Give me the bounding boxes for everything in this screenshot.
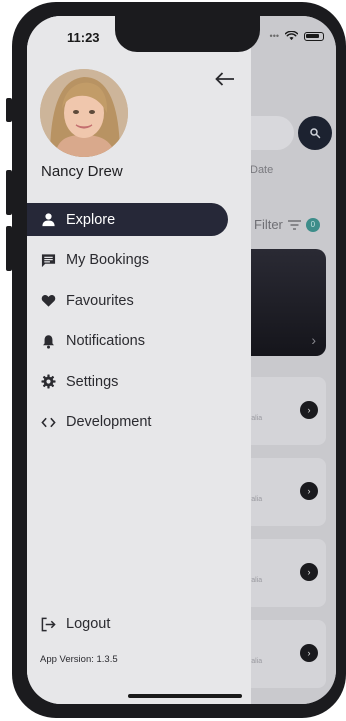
side-button-silent xyxy=(6,98,12,122)
battery-icon xyxy=(304,31,324,41)
bell-icon xyxy=(41,334,56,349)
gear-icon xyxy=(41,374,56,389)
logout-icon xyxy=(41,617,56,632)
user-name: Nancy Drew xyxy=(41,163,123,180)
filter-button[interactable]: Filter 0 xyxy=(254,217,320,232)
search-button[interactable] xyxy=(298,116,332,150)
menu-item-label: Favourites xyxy=(66,292,134,309)
chevron-right-icon[interactable]: › xyxy=(300,563,318,581)
chevron-right-icon[interactable]: › xyxy=(300,482,318,500)
menu-item-label: My Bookings xyxy=(66,252,150,268)
arrow-left-icon xyxy=(215,72,234,86)
search-icon xyxy=(310,128,321,139)
filter-label: Filter xyxy=(254,217,283,232)
profile-photo xyxy=(40,69,128,157)
date-label: Date xyxy=(250,164,274,176)
filter-icon xyxy=(287,219,301,230)
home-indicator[interactable] xyxy=(128,694,242,698)
notch xyxy=(115,16,260,52)
side-button-volume-down xyxy=(6,226,12,271)
menu-item-my-bookings[interactable]: My Bookings xyxy=(27,244,251,277)
wifi-icon xyxy=(285,31,298,41)
filter-count-badge: 0 xyxy=(305,217,320,232)
logout-button[interactable]: Logout xyxy=(41,616,110,632)
menu-item-notifications[interactable]: Notifications xyxy=(27,325,251,358)
back-button[interactable] xyxy=(213,68,237,90)
chevron-right-icon[interactable]: › xyxy=(300,401,318,419)
navigation-drawer: Nancy Drew Explore My Bookings Favourite… xyxy=(27,16,251,704)
status-time: 11:23 xyxy=(67,30,100,45)
avatar[interactable] xyxy=(40,69,128,157)
menu-item-explore[interactable]: Explore xyxy=(27,203,228,236)
app-version: App Version: 1.3.5 xyxy=(40,654,118,665)
code-icon xyxy=(41,415,56,430)
screen: Date Filter 0 › tralia › tralia › tralia… xyxy=(27,16,336,704)
status-icons: ••• xyxy=(270,31,324,41)
menu-item-settings[interactable]: Settings xyxy=(27,365,251,398)
menu-item-label: Settings xyxy=(66,373,119,390)
menu-item-label: Explore xyxy=(66,211,116,228)
message-icon xyxy=(41,253,56,268)
side-button-volume-up xyxy=(6,170,12,215)
logout-label: Logout xyxy=(66,616,111,632)
drawer-menu: Explore My Bookings Favourites Notificat… xyxy=(27,203,251,446)
menu-item-favourites[interactable]: Favourites xyxy=(27,284,251,317)
chevron-right-icon: › xyxy=(311,332,316,348)
chevron-right-icon[interactable]: › xyxy=(300,644,318,662)
heart-icon xyxy=(41,293,56,308)
person-icon xyxy=(41,212,56,227)
menu-item-label: Notifications xyxy=(66,333,145,349)
menu-item-label: Development xyxy=(66,414,152,430)
menu-item-development[interactable]: Development xyxy=(27,406,251,439)
signal-icon: ••• xyxy=(269,31,279,41)
